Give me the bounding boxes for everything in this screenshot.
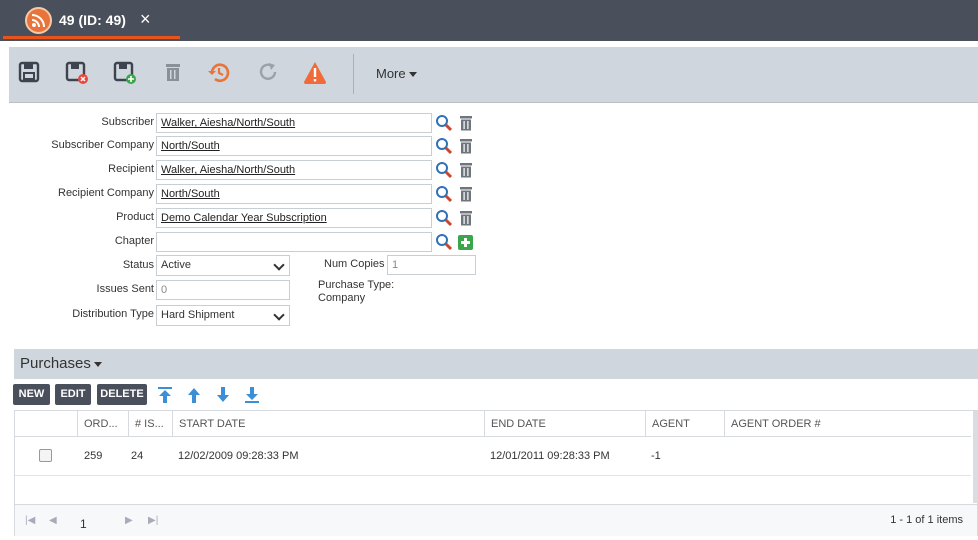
refresh-icon[interactable] bbox=[258, 61, 282, 85]
cell-order: 259 bbox=[84, 450, 103, 462]
save-new-icon[interactable] bbox=[113, 61, 137, 85]
delete-button[interactable]: DELETE bbox=[97, 384, 147, 405]
issues-sent-field[interactable]: 0 bbox=[156, 280, 290, 300]
chevron-down-icon bbox=[408, 72, 417, 78]
column-header-issues[interactable]: # IS... bbox=[128, 411, 172, 437]
history-icon[interactable] bbox=[207, 61, 231, 85]
product-label: Product bbox=[116, 211, 154, 223]
num-copies-field[interactable]: 1 bbox=[387, 255, 476, 275]
recipient-company-label: Recipient Company bbox=[58, 187, 154, 199]
column-header-agent[interactable]: AGENT bbox=[645, 411, 724, 437]
column-header-end-date[interactable]: END DATE bbox=[484, 411, 645, 437]
cell-start-date: 12/02/2009 09:28:33 PM bbox=[178, 450, 299, 462]
purchase-type-value: Company bbox=[318, 292, 366, 304]
purchases-grid: ORD... # IS... START DATE END DATE AGENT… bbox=[14, 410, 978, 536]
recipient-company-field[interactable]: North/South bbox=[156, 184, 432, 204]
row-checkbox[interactable] bbox=[39, 449, 52, 462]
grid-pager: |◀ ◀ 1 ▶ ▶| 1 - 1 of 1 items bbox=[15, 504, 977, 536]
move-up-icon[interactable] bbox=[185, 386, 203, 404]
tab-active-indicator bbox=[3, 36, 180, 39]
trash-icon[interactable] bbox=[459, 186, 473, 202]
num-copies-label: Num Copies bbox=[324, 258, 385, 270]
prev-page-icon[interactable]: ◀ bbox=[49, 515, 57, 526]
distribution-type-label: Distribution Type bbox=[72, 308, 154, 320]
add-icon[interactable] bbox=[458, 235, 473, 250]
trash-icon[interactable] bbox=[459, 138, 473, 154]
distribution-type-select[interactable]: Hard Shipment bbox=[156, 305, 290, 326]
more-menu-button[interactable]: More bbox=[376, 66, 417, 81]
more-label: More bbox=[376, 66, 406, 81]
chapter-label: Chapter bbox=[114, 235, 154, 247]
subscriber-company-label: Subscriber Company bbox=[51, 139, 154, 151]
next-page-icon[interactable]: ▶ bbox=[125, 515, 133, 526]
issues-sent-label: Issues Sent bbox=[96, 283, 154, 295]
subscriber-company-field[interactable]: North/South bbox=[156, 136, 432, 156]
trash-icon[interactable] bbox=[459, 115, 473, 131]
purchases-section-header: Purchases bbox=[14, 349, 978, 379]
cell-end-date: 12/01/2011 09:28:33 PM bbox=[490, 450, 610, 462]
search-icon[interactable] bbox=[435, 114, 453, 132]
status-value: Active bbox=[161, 259, 191, 271]
distribution-type-value: Hard Shipment bbox=[161, 309, 235, 321]
warning-icon[interactable] bbox=[303, 61, 327, 85]
first-page-icon[interactable]: |◀ bbox=[25, 515, 35, 526]
purchase-type-label: Purchase Type: bbox=[318, 279, 395, 291]
cell-issues: 24 bbox=[131, 450, 144, 462]
save-close-icon[interactable] bbox=[65, 61, 89, 85]
trash-icon[interactable] bbox=[459, 210, 473, 226]
toolbar-separator bbox=[353, 54, 354, 94]
column-header-agent-order[interactable]: AGENT ORDER # bbox=[724, 411, 970, 437]
search-icon[interactable] bbox=[435, 209, 453, 227]
column-header-start-date[interactable]: START DATE bbox=[172, 411, 484, 437]
recipient-field[interactable]: Walker, Aiesha/North/South bbox=[156, 160, 432, 180]
move-bottom-icon[interactable] bbox=[243, 386, 261, 404]
tab-title: 49 (ID: 49) bbox=[59, 12, 126, 28]
chevron-down-icon bbox=[93, 361, 102, 367]
purchases-toggle[interactable]: Purchases bbox=[20, 355, 102, 372]
search-icon[interactable] bbox=[435, 137, 453, 155]
vertical-scrollbar[interactable] bbox=[973, 411, 978, 503]
purchases-title: Purchases bbox=[20, 355, 91, 372]
last-page-icon[interactable]: ▶| bbox=[148, 515, 158, 526]
move-down-icon[interactable] bbox=[214, 386, 232, 404]
close-icon[interactable]: × bbox=[140, 9, 151, 29]
table-row[interactable]: 259 24 12/02/2009 09:28:33 PM 12/01/2011… bbox=[15, 438, 971, 476]
grid-header: ORD... # IS... START DATE END DATE AGENT… bbox=[15, 411, 971, 437]
recipient-label: Recipient bbox=[108, 163, 154, 175]
trash-icon[interactable] bbox=[459, 162, 473, 178]
delete-icon[interactable] bbox=[162, 61, 186, 85]
chevron-down-icon bbox=[273, 259, 285, 271]
move-top-icon[interactable] bbox=[156, 386, 174, 404]
pager-info: 1 - 1 of 1 items bbox=[890, 514, 963, 526]
search-icon[interactable] bbox=[435, 185, 453, 203]
subscriber-label: Subscriber bbox=[101, 116, 154, 128]
new-button[interactable]: NEW bbox=[13, 384, 50, 405]
toolbar: More bbox=[9, 47, 978, 103]
edit-button[interactable]: EDIT bbox=[55, 384, 91, 405]
chapter-field[interactable] bbox=[156, 232, 432, 252]
search-icon[interactable] bbox=[435, 233, 453, 251]
status-select[interactable]: Active bbox=[156, 255, 290, 276]
current-page[interactable]: 1 bbox=[80, 517, 87, 531]
record-tab[interactable]: 49 (ID: 49) × bbox=[3, 0, 180, 41]
status-label: Status bbox=[122, 259, 154, 271]
chevron-down-icon bbox=[273, 309, 285, 321]
product-field[interactable]: Demo Calendar Year Subscription bbox=[156, 208, 432, 228]
subscriber-field[interactable]: Walker, Aiesha/North/South bbox=[156, 113, 432, 133]
cell-agent: -1 bbox=[651, 450, 661, 462]
tab-bar: 49 (ID: 49) × bbox=[0, 0, 978, 41]
column-header-order[interactable]: ORD... bbox=[77, 411, 128, 437]
search-icon[interactable] bbox=[435, 161, 453, 179]
save-icon[interactable] bbox=[18, 61, 42, 85]
rss-icon bbox=[25, 7, 52, 34]
